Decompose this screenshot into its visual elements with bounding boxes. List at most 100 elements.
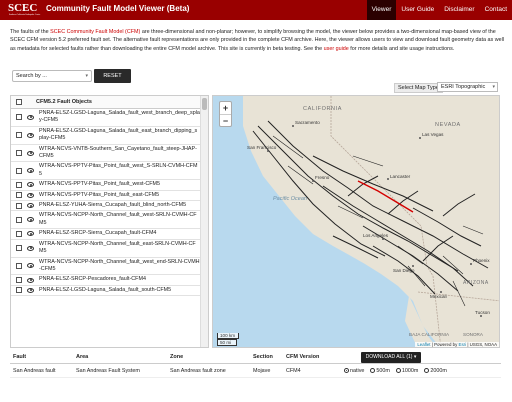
fault-list-panel: CFM5.2 Fault Objects PNRA-ELSZ-LGSD-Lagu… (10, 95, 209, 348)
fault-name: PNRA-ELSZ-YUHA-Sierra_Cucapah_fault_blin… (39, 202, 187, 209)
attribution-text: | Powered by (430, 342, 459, 347)
map-label-tucson: Tucson (475, 310, 490, 315)
eye-icon[interactable] (27, 192, 34, 198)
fault-name: WTRA-NCVS-PPTV-Pitas_Point_fault_west-CF… (39, 181, 161, 188)
eye-icon[interactable] (27, 114, 34, 120)
eye-icon[interactable] (27, 150, 34, 156)
intro-part: for more details and site usage instruct… (348, 45, 455, 52)
chevron-down-icon: ▾ (85, 73, 88, 79)
download-all-button[interactable]: DOWNLOAD ALL (1) ▾ (361, 351, 421, 363)
fault-checkbox[interactable] (16, 287, 22, 294)
eye-icon[interactable] (27, 245, 34, 251)
radio-native[interactable]: native (344, 368, 364, 374)
col-cfm-version: CFM Version (286, 353, 320, 360)
fault-list-item[interactable]: PNRA-ELSZ-SRCP-Pescadores_fault-CFM4 (11, 275, 200, 286)
fault-checkbox[interactable] (16, 167, 22, 174)
map-label-san-francisco: San Francisco (247, 145, 277, 150)
fault-list-item[interactable]: WTRA-NCVS-NCPP-North_Channel_fault_east-… (11, 240, 200, 258)
nav-viewer[interactable]: Viewer (366, 0, 397, 20)
eye-icon[interactable] (27, 182, 34, 188)
fault-checkbox[interactable] (16, 132, 22, 139)
cell-zone: San Andreas fault zone (170, 367, 226, 374)
eye-icon[interactable] (27, 217, 34, 223)
select-all-checkbox[interactable] (16, 99, 22, 105)
fault-checkbox[interactable] (16, 216, 22, 223)
fault-checkbox[interactable] (16, 181, 22, 188)
fault-list-scrollbar[interactable] (200, 96, 208, 347)
scec-logo[interactable]: SCEC Southern California Earthquake Cent… (8, 2, 40, 18)
fault-map[interactable]: CALIFORNIA NEVADA ARIZONA BAJA CALIFORNI… (212, 95, 500, 348)
user-guide-link[interactable]: user guide (324, 46, 349, 52)
eye-icon[interactable] (27, 203, 34, 209)
fault-name: PNRA-ELSZ-LGSD-Laguna_Salada_fault_east_… (39, 127, 198, 142)
radio-label: 1000m (401, 367, 419, 374)
map-type-label: Select Map Type (394, 83, 443, 93)
radio-dot[interactable] (344, 368, 349, 373)
fault-checkbox[interactable] (16, 192, 22, 199)
scrollbar-thumb[interactable] (202, 98, 207, 110)
radio-dot[interactable] (424, 368, 430, 373)
fault-checkbox[interactable] (16, 262, 22, 269)
nav-contact[interactable]: Contact (480, 0, 512, 20)
map-canvas[interactable]: CALIFORNIA NEVADA ARIZONA BAJA CALIFORNI… (213, 96, 500, 348)
resolution-options: native 500m 1000m 2000m (344, 368, 501, 374)
eye-icon[interactable] (27, 132, 34, 138)
radio-dot[interactable] (395, 368, 401, 373)
radio-dot[interactable] (370, 368, 376, 373)
fault-checkbox[interactable] (16, 277, 22, 284)
fault-list-item[interactable]: WTRA-NCVS-PPTV-Pitas_Point_fault_west-CF… (11, 180, 200, 191)
fault-list-item[interactable]: PNRA-ELSZ-LGSD-Laguna_Salada_fault_south… (11, 286, 200, 297)
radio-500m[interactable]: 500m (370, 368, 390, 374)
fault-list-item[interactable]: WTRA-NCVS-PPTV-Pitas_Point_fault_west_S-… (11, 162, 200, 181)
fault-list-item[interactable]: WTRA-NCVS-NCPP-North_Channel_fault_west_… (11, 258, 200, 276)
eye-icon[interactable] (27, 287, 34, 293)
search-by-label: Search by ... (16, 73, 47, 79)
radio-label: 500m (376, 367, 390, 374)
zoom-out-button[interactable]: − (220, 114, 231, 126)
top-navbar: SCEC Southern California Earthquake Cent… (0, 0, 512, 20)
search-by-select[interactable]: Search by ... ▾ (12, 70, 92, 82)
leaflet-link[interactable]: Leaflet (417, 342, 430, 347)
cell-version: CFM4 (286, 367, 301, 374)
fault-checkbox[interactable] (16, 245, 22, 252)
fault-name: PNRA-ELSZ-SRCP-Sierra_Cucapah_fault-CFM4 (39, 230, 157, 237)
intro-part: The faults of the (10, 29, 51, 35)
fault-checkbox[interactable] (16, 114, 22, 121)
fault-list-item[interactable]: PNRA-ELSZ-SRCP-Sierra_Cucapah_fault-CFM4 (11, 229, 200, 240)
cell-section: Mojave (253, 367, 271, 374)
col-section: Section (253, 353, 273, 360)
zoom-in-button[interactable]: + (220, 102, 231, 114)
app-title: Community Fault Model Viewer (Beta) (46, 4, 190, 13)
map-label-mexicali: Mexicali (430, 294, 447, 299)
map-label-baja: BAJA CALIFORNIA (409, 332, 450, 337)
eye-icon[interactable] (27, 231, 34, 237)
fault-checkbox[interactable] (16, 150, 22, 157)
table-row[interactable]: San Andreas fault San Andreas Fault Syst… (10, 364, 501, 378)
fault-list-item[interactable]: WTRA-NCVS-PPTV-Pitas_Point_fault_east-CF… (11, 191, 200, 202)
eye-icon[interactable] (27, 277, 34, 283)
map-type-value: ESRI Topographic (441, 84, 486, 90)
col-fault: Fault (13, 353, 27, 360)
nav-user-guide[interactable]: User Guide (396, 0, 439, 20)
fault-list-item[interactable]: WTRA-NCVS-VNTB-Southern_San_Cayetano_fau… (11, 145, 200, 163)
fault-list-item[interactable]: WTRA-NCVS-NCPP-North_Channel_fault_west-… (11, 211, 200, 230)
zoom-control: + − (219, 101, 232, 127)
fault-list-item[interactable]: PNRA-ELSZ-YUHA-Sierra_Cucapah_fault_blin… (11, 201, 200, 212)
radio-2000m[interactable]: 2000m (424, 368, 447, 374)
fault-list-item[interactable]: PNRA-ELSZ-LGSD-Laguna_Salada_fault_east_… (11, 127, 200, 145)
eye-icon[interactable] (27, 263, 34, 269)
map-label-sacramento: Sacramento (295, 120, 320, 125)
reset-button[interactable]: RESET (94, 69, 131, 83)
fault-list-item[interactable]: PNRA-ELSZ-LGSD-Laguna_Salada_fault_west_… (11, 109, 200, 127)
map-type-select[interactable]: ESRI Topographic ▾ (437, 82, 498, 92)
esri-link[interactable]: Esri (459, 342, 467, 347)
fault-checkbox[interactable] (16, 202, 22, 209)
eye-icon[interactable] (27, 168, 34, 174)
radio-1000m[interactable]: 1000m (395, 367, 419, 374)
nav-disclaimer[interactable]: Disclaimer (439, 0, 479, 20)
fault-checkbox[interactable] (16, 230, 22, 237)
map-label-nevada: NEVADA (435, 122, 461, 128)
radio-label: native (350, 367, 365, 374)
cfm-link[interactable]: SCEC Community Fault Model (CFM) (50, 29, 140, 35)
fault-name: WTRA-NCVS-NCPP-North_Channel_fault_west_… (39, 258, 200, 272)
